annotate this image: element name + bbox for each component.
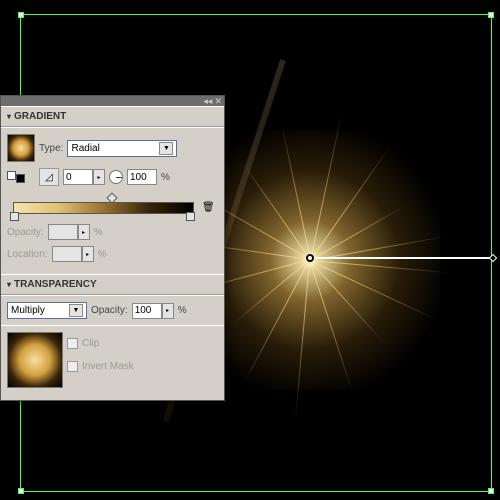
aspect-input[interactable]: [127, 169, 157, 185]
resize-handle-tl[interactable]: [18, 12, 24, 18]
gradient-panel-header[interactable]: ▾ GRADIENT: [1, 106, 224, 127]
invert-mask-checkbox: [67, 361, 78, 372]
aspect-ratio-icon: [109, 170, 123, 184]
gradient-type-value: Radial: [71, 143, 99, 154]
angle-field[interactable]: [63, 169, 93, 185]
angle-icon: ◿: [39, 168, 59, 186]
type-label: Type:: [39, 143, 63, 154]
stop-opacity-input: ▸: [48, 224, 90, 240]
aspect-unit: %: [161, 172, 170, 183]
stop-opacity-label: Opacity:: [7, 227, 44, 238]
transparency-panel-header[interactable]: ▾ TRANSPARENCY: [1, 274, 224, 295]
gradient-type-select[interactable]: Radial ▼: [67, 140, 177, 157]
transparency-thumbnail[interactable]: [7, 332, 63, 388]
gradient-slider[interactable]: 🗑: [7, 192, 218, 220]
disclosure-icon: ▾: [7, 280, 11, 289]
aspect-field[interactable]: [127, 169, 157, 185]
blend-mode-value: Multiply: [11, 305, 45, 316]
opacity-input[interactable]: ▸: [132, 303, 174, 319]
gradient-panel-body: Type: Radial ▼ ◿ ▸ % 🗑: [1, 127, 224, 274]
resize-handle-tr[interactable]: [488, 12, 494, 18]
dropdown-arrow-icon: ▼: [69, 304, 83, 317]
stop-location-field: [52, 246, 82, 262]
gradient-stop-end[interactable]: [186, 212, 195, 221]
stop-opacity-stepper: ▸: [78, 224, 90, 240]
stop-location-input: ▸: [52, 246, 94, 262]
opacity-label: Opacity:: [91, 305, 128, 316]
invert-mask-label: Invert Mask: [82, 361, 134, 372]
opacity-stepper[interactable]: ▸: [162, 303, 174, 319]
stop-opacity-unit: %: [94, 227, 103, 238]
angle-stepper[interactable]: ▸: [93, 169, 105, 185]
reverse-gradient-button[interactable]: [7, 170, 25, 184]
gradient-fill-swatch[interactable]: [7, 134, 35, 162]
angle-input[interactable]: ▸: [63, 169, 105, 185]
resize-handle-bl[interactable]: [18, 488, 24, 494]
opacity-unit: %: [178, 305, 187, 316]
resize-handle-br[interactable]: [488, 488, 494, 494]
panel-menu-icon[interactable]: ◂◂: [203, 97, 212, 106]
gradient-stop-start[interactable]: [10, 212, 19, 221]
stop-location-unit: %: [98, 249, 107, 260]
gradient-panel-title: GRADIENT: [14, 111, 66, 122]
delete-stop-icon[interactable]: 🗑: [202, 202, 216, 216]
stop-location-label: Location:: [7, 249, 48, 260]
gradient-annotator-line[interactable]: [314, 257, 494, 259]
disclosure-icon: ▾: [7, 112, 11, 121]
stop-opacity-field: [48, 224, 78, 240]
gradient-ramp[interactable]: [13, 202, 194, 214]
clip-label: Clip: [82, 338, 99, 349]
blend-mode-select[interactable]: Multiply ▼: [7, 302, 87, 319]
gradient-annotator-origin[interactable]: [306, 254, 314, 262]
panel-titlebar[interactable]: ◂◂ ✕: [1, 96, 224, 106]
dropdown-arrow-icon: ▼: [159, 142, 173, 155]
panel-close-icon[interactable]: ✕: [214, 97, 222, 106]
transparency-panel-title: TRANSPARENCY: [14, 279, 97, 290]
transparency-panel-body: Multiply ▼ Opacity: ▸ % Clip Invert Mask: [1, 295, 224, 400]
clip-checkbox: [67, 338, 78, 349]
stop-location-stepper: ▸: [82, 246, 94, 262]
opacity-field[interactable]: [132, 303, 162, 319]
panel-group: ◂◂ ✕ ▾ GRADIENT Type: Radial ▼ ◿ ▸: [0, 95, 225, 401]
